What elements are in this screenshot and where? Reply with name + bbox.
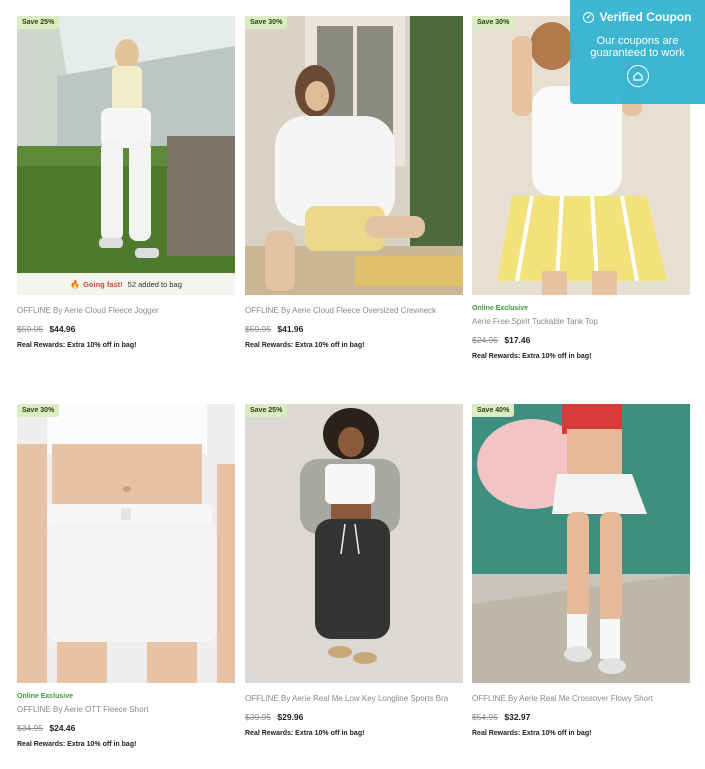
- rewards-text: Real Rewards: Extra 10% off in bag!: [17, 741, 137, 748]
- price-row: $34.95 $24.46: [17, 723, 235, 734]
- price-row: $39.95 $29.96: [245, 712, 463, 723]
- sale-price: $32.97: [504, 712, 531, 722]
- product-name[interactable]: Aerie Free Spirit Tuckable Tank Top: [472, 315, 690, 328]
- online-exclusive-tag: Online Exclusive: [17, 693, 74, 700]
- product-name[interactable]: OFFLINE By Aerie Cloud Fleece Oversized …: [245, 304, 463, 317]
- save-badge: Save 30%: [245, 16, 288, 29]
- product-card[interactable]: Save 30% Online Exclusive OFFLINE By Aer…: [17, 404, 235, 749]
- product-photo: [17, 16, 235, 295]
- original-price: $59.95: [17, 324, 43, 334]
- price-row: $59.95 $41.96: [245, 324, 463, 335]
- original-price: $54.95: [472, 712, 498, 722]
- home-icon[interactable]: [626, 65, 649, 87]
- save-badge: Save 40%: [472, 404, 515, 417]
- product-image[interactable]: Save 25% 🔥 Going fast! 52 added to bag: [17, 16, 235, 295]
- verified-coupon-widget[interactable]: ✓ Verified Coupon Our coupons are guaran…: [570, 0, 705, 104]
- rewards-text: Real Rewards: Extra 10% off in bag!: [472, 730, 592, 737]
- sale-price: $44.96: [49, 324, 76, 334]
- sale-price: $17.46: [504, 335, 531, 345]
- product-card[interactable]: Save 40% OFFLINE By Aerie Real Me Crosso…: [472, 404, 690, 738]
- product-card[interactable]: Save 30% OFFLINE By Aerie Cloud Fleece O…: [245, 16, 463, 350]
- coupon-header: ✓ Verified Coupon: [570, 0, 705, 24]
- original-price: $34.95: [17, 723, 43, 733]
- product-image[interactable]: Save 25%: [245, 404, 463, 683]
- rewards-text: Real Rewards: Extra 10% off in bag!: [245, 730, 365, 737]
- product-photo: [472, 404, 690, 683]
- original-price: $59.95: [245, 324, 271, 334]
- price-row: $24.95 $17.46: [472, 335, 690, 346]
- product-photo: [17, 404, 235, 683]
- price-row: $54.95 $32.97: [472, 712, 690, 723]
- rewards-text: Real Rewards: Extra 10% off in bag!: [17, 342, 137, 349]
- save-badge: Save 30%: [472, 16, 515, 29]
- rewards-text: Real Rewards: Extra 10% off in bag!: [472, 353, 592, 360]
- product-card[interactable]: Save 25% OFFLINE By Aerie Real Me Low Ke…: [245, 404, 463, 738]
- original-price: $24.95: [472, 335, 498, 345]
- sale-price: $29.96: [277, 712, 304, 722]
- sale-price: $41.96: [277, 324, 304, 334]
- check-circle-icon: ✓: [583, 11, 595, 23]
- online-exclusive-tag: Online Exclusive: [472, 305, 529, 312]
- coupon-title: Verified Coupon: [599, 10, 692, 24]
- save-badge: Save 25%: [17, 16, 60, 29]
- product-name[interactable]: OFFLINE By Aerie Cloud Fleece Jogger: [17, 304, 235, 317]
- save-badge: Save 30%: [17, 404, 60, 417]
- product-image[interactable]: Save 30%: [17, 404, 235, 683]
- sale-price: $24.46: [49, 723, 76, 733]
- product-image[interactable]: Save 40%: [472, 404, 690, 683]
- product-card[interactable]: Save 25% 🔥 Going fast! 52 added to bag O…: [17, 16, 235, 350]
- product-photo: [245, 16, 463, 295]
- save-badge: Save 25%: [245, 404, 288, 417]
- product-name[interactable]: OFFLINE By Aerie Real Me Low Key Longlin…: [245, 692, 463, 705]
- product-name[interactable]: OFFLINE By Aerie Real Me Crossover Flowy…: [472, 692, 690, 705]
- product-image[interactable]: Save 30%: [245, 16, 463, 295]
- product-grid: Save 25% 🔥 Going fast! 52 added to bag O…: [0, 0, 705, 769]
- rewards-text: Real Rewards: Extra 10% off in bag!: [245, 342, 365, 349]
- going-fast-label: Going fast!: [83, 279, 123, 289]
- product-photo: [245, 404, 463, 683]
- coupon-subtitle: Our coupons are guaranteed to work: [590, 35, 685, 59]
- flame-icon: 🔥: [70, 279, 81, 289]
- price-row: $59.95 $44.96: [17, 324, 235, 335]
- original-price: $39.95: [245, 712, 271, 722]
- going-fast-banner: 🔥 Going fast! 52 added to bag: [17, 273, 235, 295]
- added-to-bag-count: 52 added to bag: [127, 279, 182, 289]
- product-name[interactable]: OFFLINE By Aerie OTT Fleece Short: [17, 703, 235, 716]
